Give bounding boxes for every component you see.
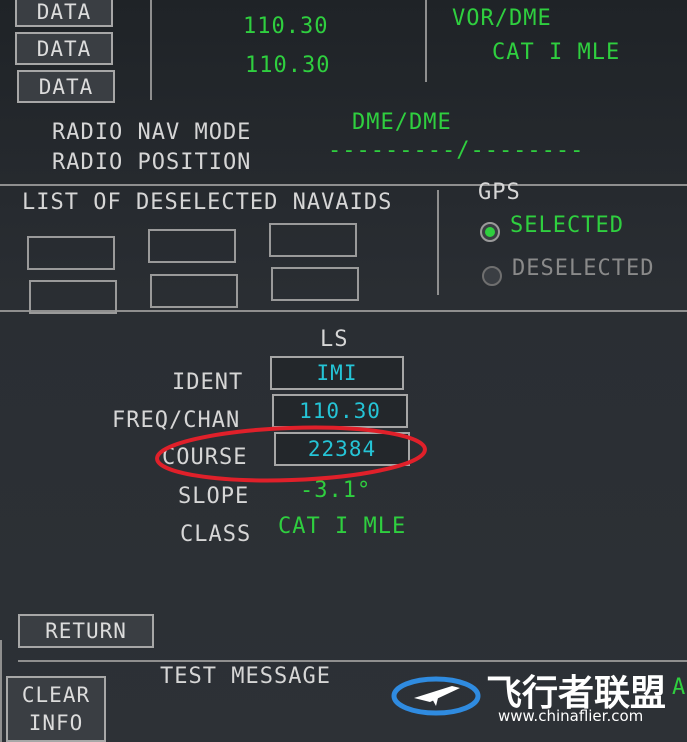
clear-info-line-2: INFO xyxy=(28,711,84,735)
navaids-gps-divider xyxy=(437,190,439,295)
class-value: CAT I MLE xyxy=(278,514,407,539)
top-frequency-2: 110.30 xyxy=(245,53,331,78)
navaid-slot-4[interactable] xyxy=(29,280,117,314)
watermark-url: www.chinaflier.com xyxy=(498,707,644,725)
test-message-title: TEST MESSAGE xyxy=(160,664,331,689)
ls-title: LS xyxy=(320,327,349,352)
mcdu-panel: DATA DATA DATA 110.30 110.30 VOR/DME CAT… xyxy=(0,0,687,742)
gps-deselected-radio[interactable] xyxy=(482,266,502,286)
data-button-1[interactable]: DATA xyxy=(15,0,113,27)
chinaflier-logo-icon xyxy=(391,676,481,716)
radio-nav-mode-label: RADIO NAV MODE xyxy=(52,120,252,145)
bottom-divider xyxy=(18,660,687,662)
radio-nav-mode-value: DME/DME xyxy=(352,110,452,135)
clear-info-line-1: CLEAR xyxy=(21,683,91,707)
data-button-2[interactable]: DATA xyxy=(15,32,113,65)
vor-dme-label: VOR/DME xyxy=(452,6,552,31)
deselected-navaids-title: LIST OF DESELECTED NAVAIDS xyxy=(22,190,393,215)
top-divider-left xyxy=(150,0,152,100)
clear-info-button[interactable]: CLEAR INFO xyxy=(6,676,106,742)
gps-title: GPS xyxy=(478,180,521,205)
navaid-slot-2[interactable] xyxy=(148,229,236,263)
message-trailing-text: A xyxy=(672,675,687,700)
annotation-ellipse xyxy=(155,425,427,483)
navaid-slot-3[interactable] xyxy=(269,223,357,257)
section-divider-1 xyxy=(0,184,687,186)
class-label: CLASS xyxy=(180,522,252,547)
gps-selected-radio[interactable] xyxy=(480,222,500,242)
gps-deselected-label: DESELECTED xyxy=(512,256,655,281)
gps-selected-label: SELECTED xyxy=(510,213,624,238)
navaid-slot-6[interactable] xyxy=(271,267,359,301)
cat-label-top: CAT I MLE xyxy=(492,40,621,65)
ident-label: IDENT xyxy=(172,370,244,395)
return-button[interactable]: RETURN xyxy=(18,614,154,648)
radio-position-value: ---------/-------- xyxy=(328,138,585,163)
navaid-slot-5[interactable] xyxy=(150,274,238,308)
gps-selected-dot xyxy=(485,227,495,237)
top-divider-right xyxy=(425,0,427,82)
bottom-left-divider xyxy=(0,640,2,742)
data-button-3[interactable]: DATA xyxy=(17,70,115,103)
radio-position-label: RADIO POSITION xyxy=(52,150,252,175)
ident-field[interactable]: IMI xyxy=(270,356,404,390)
top-frequency-1: 110.30 xyxy=(243,14,329,39)
navaid-slot-1[interactable] xyxy=(27,236,115,270)
